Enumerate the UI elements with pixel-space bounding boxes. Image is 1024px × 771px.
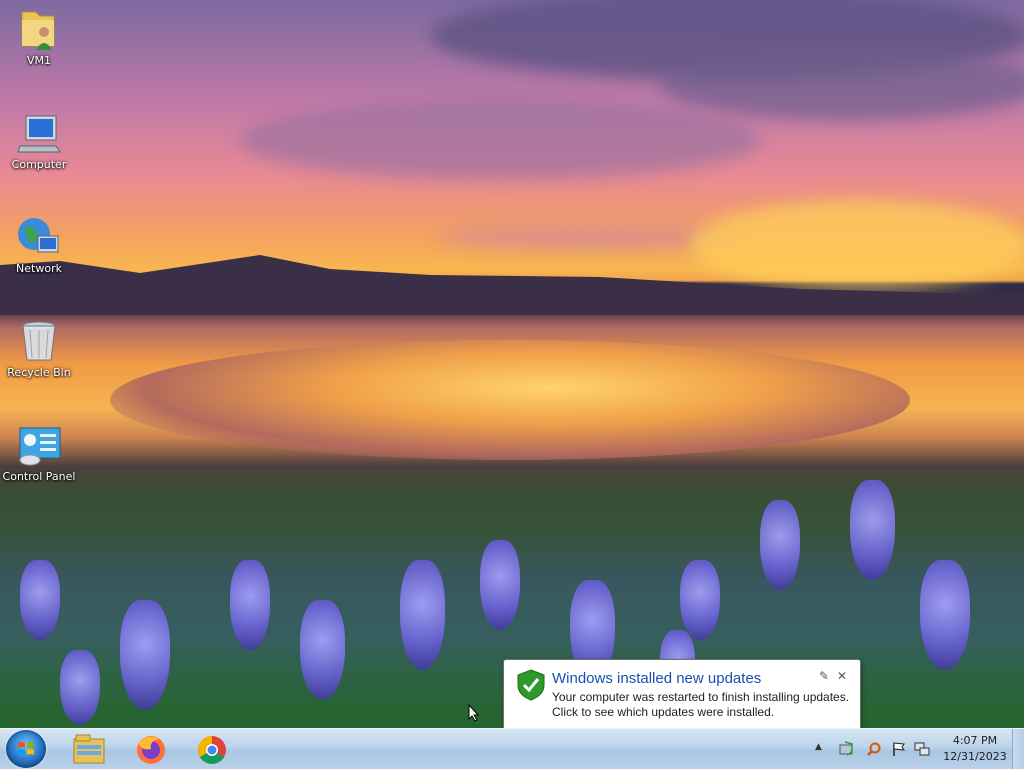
desktop-icon-label: VM1 (26, 54, 51, 67)
mouse-cursor-icon (468, 704, 480, 722)
desktop-icon-label: Recycle Bin (7, 366, 71, 379)
tray-show-hidden-icons[interactable]: ▲ (815, 742, 825, 754)
cloud (240, 100, 760, 180)
file-explorer-icon (73, 734, 105, 764)
flower (400, 560, 445, 670)
notification-message: Your computer was restarted to finish in… (552, 690, 849, 720)
show-desktop-button[interactable] (1012, 729, 1024, 769)
notification-title: Windows installed new updates (552, 670, 762, 687)
flower (20, 560, 60, 640)
flower (680, 560, 720, 640)
clock-time: 4:07 PM (952, 734, 998, 747)
notification-line-1: Your computer was restarted to finish in… (552, 690, 850, 704)
desktop-icon-label: Network (16, 262, 62, 275)
flower (850, 480, 895, 580)
computer-icon (16, 110, 62, 156)
desktop-background[interactable]: VM1 Computer Network Recycle Bin Control… (0, 0, 1024, 728)
desktop-icon-label: Control Panel (2, 470, 76, 483)
action-center-search-icon[interactable] (866, 741, 882, 757)
taskbar-firefox[interactable] (129, 731, 173, 767)
desktop-icon-control-panel[interactable]: Control Panel (1, 422, 77, 484)
flower (120, 600, 170, 710)
flower (230, 560, 270, 650)
flower (60, 650, 100, 725)
flower (920, 560, 970, 670)
network-icon (16, 214, 62, 260)
flower (760, 500, 800, 590)
desktop-icon-network[interactable]: Network (1, 214, 77, 276)
close-icon[interactable]: ✕ (835, 669, 849, 683)
update-notification-balloon[interactable]: Windows installed new updates Your compu… (503, 659, 861, 731)
desktop-icon-vm1[interactable]: VM1 (1, 6, 77, 68)
flower (480, 540, 520, 630)
network-status-icon[interactable] (914, 741, 930, 757)
desktop-icon-computer[interactable]: Computer (1, 110, 77, 172)
lake-reflection (110, 340, 910, 460)
start-button[interactable] (6, 730, 46, 768)
notification-line-2: Click to see which updates were installe… (552, 705, 775, 719)
notification-options-icon[interactable]: ✎ (817, 669, 831, 683)
user-folder-icon (16, 6, 62, 52)
control-panel-icon (16, 422, 62, 468)
chrome-icon (198, 736, 226, 764)
shield-check-icon (517, 669, 545, 701)
windows-logo-icon (18, 742, 34, 755)
windows-update-tray-icon[interactable] (838, 741, 854, 757)
taskbar-clock[interactable]: 4:07 PM 12/31/2023 (940, 733, 1010, 765)
desktop-icon-label: Computer (11, 158, 67, 171)
recycle-bin-icon (16, 318, 62, 364)
mountain-range (0, 255, 1024, 315)
flag-icon[interactable] (891, 741, 907, 757)
clock-date: 12/31/2023 (943, 750, 1007, 763)
flower (300, 600, 345, 700)
taskbar-file-explorer[interactable] (67, 731, 111, 767)
taskbar: ▲ 4:07 PM 12/31/2023 (0, 728, 1024, 769)
taskbar-chrome[interactable] (190, 731, 234, 767)
cloud (660, 50, 1024, 120)
desktop-icon-recycle-bin[interactable]: Recycle Bin (1, 318, 77, 380)
firefox-icon (137, 736, 165, 764)
